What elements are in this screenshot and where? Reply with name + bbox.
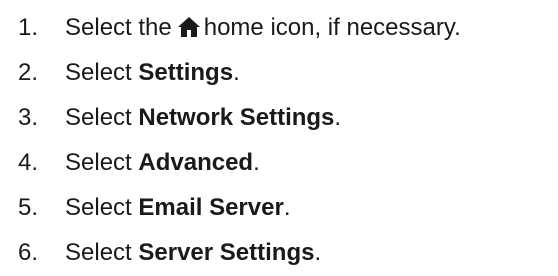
step-number: 5. bbox=[18, 194, 39, 221]
step-number: 2. bbox=[18, 59, 39, 86]
step-item: 4. Select Advanced. bbox=[0, 143, 558, 183]
step-prefix: Select the bbox=[65, 14, 172, 41]
step-suffix: . bbox=[253, 149, 260, 176]
step-target: Email Server bbox=[138, 194, 284, 221]
step-suffix: . bbox=[283, 194, 291, 221]
step-text: Select Server Settings. bbox=[65, 233, 321, 273]
step-number: 3. bbox=[18, 104, 39, 131]
step-item: 3. Select Network Settings. bbox=[0, 98, 558, 138]
step-number: 6. bbox=[18, 239, 39, 266]
step-suffix: . bbox=[334, 104, 342, 131]
step-target: Server Settings bbox=[138, 239, 315, 266]
step-number: 4. bbox=[18, 149, 39, 176]
step-suffix: home icon, if necessary. bbox=[203, 14, 461, 41]
step-item: 5. Select Email Server. bbox=[0, 188, 558, 228]
step-text: Select Settings. bbox=[65, 53, 240, 93]
step-target: Settings bbox=[138, 59, 234, 86]
step-item: 6. Select Server Settings. bbox=[0, 233, 558, 273]
step-target: Advanced bbox=[138, 149, 254, 176]
step-number: 1. bbox=[18, 14, 39, 41]
step-item: 1. Select the home icon, if necessary. bbox=[0, 8, 558, 48]
step-prefix: Select bbox=[65, 239, 139, 266]
step-item: 2. Select Settings. bbox=[0, 53, 558, 93]
step-text: Select Network Settings. bbox=[65, 98, 341, 138]
step-suffix: . bbox=[314, 239, 322, 266]
step-prefix: Select bbox=[65, 149, 139, 176]
step-prefix: Select bbox=[65, 59, 139, 86]
step-target: Network Settings bbox=[138, 104, 335, 131]
step-text: Select Advanced. bbox=[65, 143, 260, 183]
step-prefix: Select bbox=[65, 104, 139, 131]
step-prefix: Select bbox=[65, 194, 139, 221]
step-text: Select Email Server. bbox=[65, 188, 290, 228]
step-suffix: . bbox=[233, 59, 240, 86]
step-text: Select the home icon, if necessary. bbox=[65, 8, 461, 48]
home-icon bbox=[177, 11, 200, 37]
